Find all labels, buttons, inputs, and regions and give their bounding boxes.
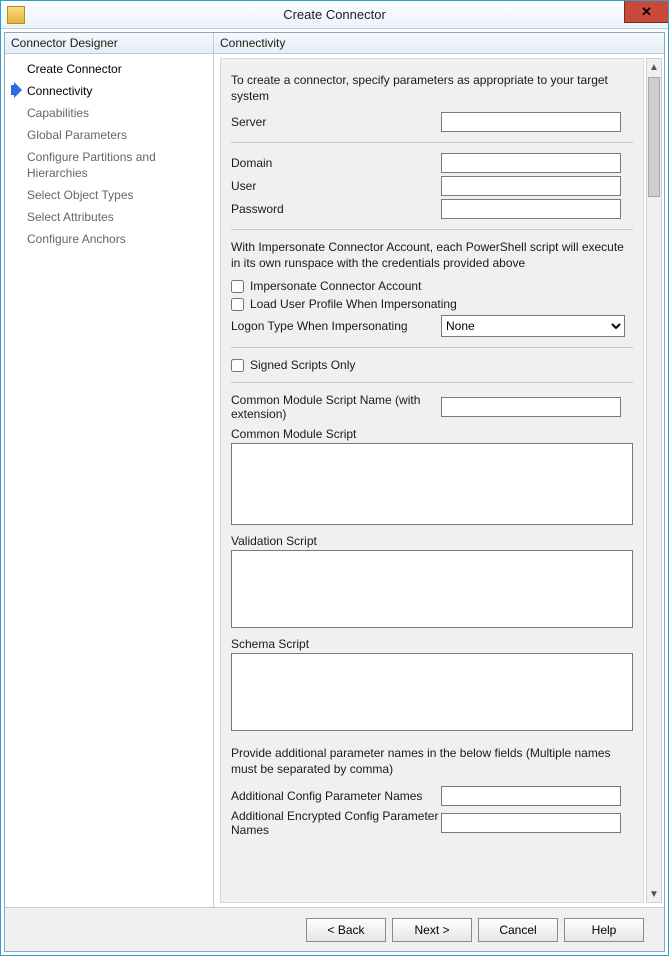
sidebar-item-label: Connectivity bbox=[27, 83, 92, 99]
titlebar[interactable]: Create Connector ✕ bbox=[1, 1, 668, 29]
schema-script-label: Schema Script bbox=[231, 637, 633, 651]
sidebar-item-label: Select Object Types bbox=[27, 187, 134, 203]
block-common-module-script: Common Module Script bbox=[231, 427, 633, 528]
signed-only-checkbox[interactable] bbox=[231, 359, 244, 372]
schema-script-textarea[interactable] bbox=[231, 653, 633, 731]
back-button[interactable]: < Back bbox=[306, 918, 386, 942]
block-validation-script: Validation Script bbox=[231, 534, 633, 631]
divider bbox=[231, 142, 633, 143]
logon-type-label: Logon Type When Impersonating bbox=[231, 319, 441, 333]
additional-info: Provide additional parameter names in th… bbox=[231, 746, 633, 777]
password-label: Password bbox=[231, 202, 441, 216]
body: Connector Designer Create Connector Conn… bbox=[4, 32, 665, 952]
sidebar-item-label: Select Attributes bbox=[27, 209, 114, 225]
row-signed-only: Signed Scripts Only bbox=[231, 358, 633, 372]
row-user: User bbox=[231, 176, 633, 196]
content: To create a connector, specify parameter… bbox=[220, 58, 644, 903]
domain-input[interactable] bbox=[441, 153, 621, 173]
sidebar-item-create-connector[interactable]: Create Connector bbox=[7, 58, 211, 80]
common-module-script-textarea[interactable] bbox=[231, 443, 633, 525]
add-config-params-label: Additional Config Parameter Names bbox=[231, 789, 441, 803]
vertical-scrollbar[interactable]: ▲ ▼ bbox=[646, 58, 662, 903]
app-icon bbox=[7, 6, 25, 24]
server-label: Server bbox=[231, 115, 441, 129]
user-input[interactable] bbox=[441, 176, 621, 196]
load-profile-checkbox[interactable] bbox=[231, 298, 244, 311]
close-icon: ✕ bbox=[641, 4, 652, 20]
signed-only-label: Signed Scripts Only bbox=[250, 358, 355, 372]
row-password: Password bbox=[231, 199, 633, 219]
button-bar: < Back Next > Cancel Help bbox=[5, 907, 664, 951]
close-button[interactable]: ✕ bbox=[624, 1, 668, 23]
validation-script-textarea[interactable] bbox=[231, 550, 633, 628]
add-enc-config-params-label: Additional Encrypted Config Parameter Na… bbox=[231, 809, 441, 837]
columns: Connector Designer Create Connector Conn… bbox=[5, 33, 664, 907]
impersonate-label: Impersonate Connector Account bbox=[250, 279, 421, 293]
block-schema-script: Schema Script bbox=[231, 637, 633, 734]
window-root: Create Connector ✕ Connector Designer Cr… bbox=[0, 0, 669, 956]
divider bbox=[231, 347, 633, 348]
impersonate-info: With Impersonate Connector Account, each… bbox=[231, 240, 633, 271]
sidebar-items: Create Connector Connectivity Capabiliti… bbox=[5, 54, 213, 254]
common-module-name-label: Common Module Script Name (with extensio… bbox=[231, 393, 441, 421]
user-label: User bbox=[231, 179, 441, 193]
next-button[interactable]: Next > bbox=[392, 918, 472, 942]
row-impersonate: Impersonate Connector Account bbox=[231, 279, 633, 293]
add-enc-config-params-input[interactable] bbox=[441, 813, 621, 833]
sidebar-item-label: Global Parameters bbox=[27, 127, 127, 143]
add-config-params-input[interactable] bbox=[441, 786, 621, 806]
cancel-button[interactable]: Cancel bbox=[478, 918, 558, 942]
sidebar-item-capabilities[interactable]: Capabilities bbox=[7, 102, 211, 124]
common-module-script-label: Common Module Script bbox=[231, 427, 633, 441]
row-add-enc-config-params: Additional Encrypted Config Parameter Na… bbox=[231, 809, 633, 837]
sidebar-item-select-object-types[interactable]: Select Object Types bbox=[7, 184, 211, 206]
sidebar-item-select-attributes[interactable]: Select Attributes bbox=[7, 206, 211, 228]
server-input[interactable] bbox=[441, 112, 621, 132]
domain-label: Domain bbox=[231, 156, 441, 170]
divider bbox=[231, 382, 633, 383]
row-server: Server bbox=[231, 112, 633, 132]
window-title: Create Connector bbox=[283, 7, 386, 22]
sidebar-item-label: Configure Partitions and Hierarchies bbox=[27, 149, 209, 181]
sidebar: Connector Designer Create Connector Conn… bbox=[5, 33, 213, 907]
content-wrap: To create a connector, specify parameter… bbox=[214, 54, 664, 907]
row-domain: Domain bbox=[231, 153, 633, 173]
row-load-profile: Load User Profile When Impersonating bbox=[231, 297, 633, 311]
impersonate-checkbox[interactable] bbox=[231, 280, 244, 293]
sidebar-item-configure-partitions[interactable]: Configure Partitions and Hierarchies bbox=[7, 146, 211, 184]
common-module-name-input[interactable] bbox=[441, 397, 621, 417]
help-button[interactable]: Help bbox=[564, 918, 644, 942]
row-add-config-params: Additional Config Parameter Names bbox=[231, 786, 633, 806]
logon-type-select[interactable]: None bbox=[441, 315, 625, 337]
validation-script-label: Validation Script bbox=[231, 534, 633, 548]
divider bbox=[231, 229, 633, 230]
password-input[interactable] bbox=[441, 199, 621, 219]
scroll-down-icon[interactable]: ▼ bbox=[647, 886, 661, 902]
sidebar-header: Connector Designer bbox=[5, 33, 213, 54]
row-common-module-name: Common Module Script Name (with extensio… bbox=[231, 393, 633, 421]
load-profile-label: Load User Profile When Impersonating bbox=[250, 297, 457, 311]
sidebar-item-configure-anchors[interactable]: Configure Anchors bbox=[7, 228, 211, 250]
scroll-thumb[interactable] bbox=[648, 77, 660, 197]
sidebar-item-label: Capabilities bbox=[27, 105, 89, 121]
main-header: Connectivity bbox=[214, 33, 664, 54]
intro-text: To create a connector, specify parameter… bbox=[231, 73, 633, 104]
scroll-up-icon[interactable]: ▲ bbox=[647, 59, 661, 75]
sidebar-item-global-parameters[interactable]: Global Parameters bbox=[7, 124, 211, 146]
sidebar-item-connectivity[interactable]: Connectivity bbox=[7, 80, 211, 102]
sidebar-item-label: Configure Anchors bbox=[27, 231, 126, 247]
main-panel: Connectivity To create a connector, spec… bbox=[213, 33, 664, 907]
sidebar-item-label: Create Connector bbox=[27, 61, 122, 77]
row-logon-type: Logon Type When Impersonating None bbox=[231, 315, 633, 337]
